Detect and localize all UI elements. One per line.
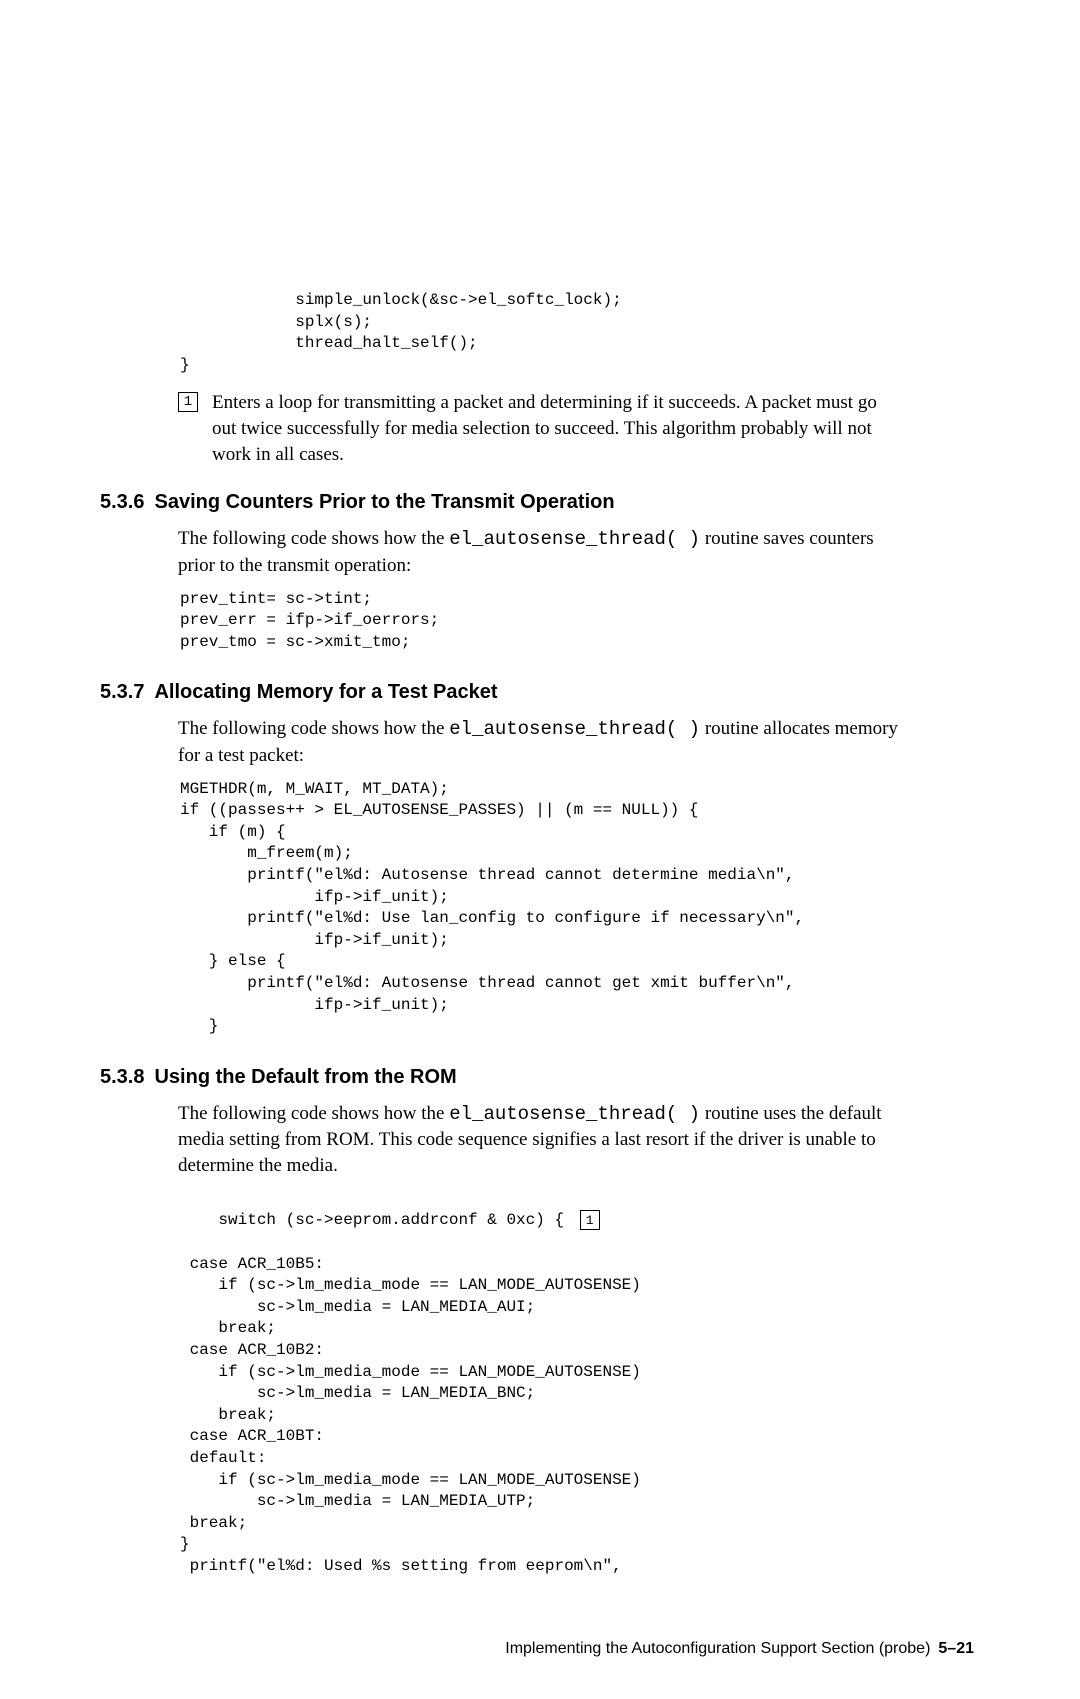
section-5-3-8-heading: 5.3.8 Using the Default from the ROM — [100, 1064, 980, 1091]
inline-code: el_autosense_thread( ) — [449, 718, 700, 740]
inline-callout-number-icon: 1 — [580, 1210, 600, 1230]
section-number: 5.3.6 — [100, 491, 144, 513]
page: simple_unlock(&sc->el_softc_lock); splx(… — [0, 0, 1080, 1699]
section-5-3-7-para: The following code shows how the el_auto… — [178, 716, 898, 768]
code-block-538-line1: switch (sc->eeprom.addrconf & 0xc) { 1 — [180, 1189, 980, 1254]
para-text: The following code shows how the — [178, 528, 449, 549]
section-title: Using the Default from the ROM — [154, 1066, 456, 1088]
code-text: switch (sc->eeprom.addrconf & 0xc) { — [218, 1212, 564, 1230]
inline-code: el_autosense_thread( ) — [449, 528, 700, 550]
section-number: 5.3.8 — [100, 1066, 144, 1088]
para-text: The following code shows how the — [178, 1103, 449, 1124]
callout-number-icon: 1 — [178, 392, 198, 412]
callout-1: 1 Enters a loop for transmitting a packe… — [178, 390, 980, 467]
section-title: Allocating Memory for a Test Packet — [154, 681, 497, 703]
page-number: 5–21 — [938, 1640, 974, 1657]
section-5-3-6-para: The following code shows how the el_auto… — [178, 526, 898, 578]
callout-text: Enters a loop for transmitting a packet … — [212, 390, 892, 467]
section-5-3-6-heading: 5.3.6 Saving Counters Prior to the Transm… — [100, 489, 980, 516]
page-footer: Implementing the Autoconfiguration Suppo… — [100, 1638, 980, 1660]
section-5-3-7-heading: 5.3.7 Allocating Memory for a Test Packet — [100, 679, 980, 706]
footer-text: Implementing the Autoconfiguration Suppo… — [505, 1640, 930, 1657]
code-block-top: simple_unlock(&sc->el_softc_lock); splx(… — [180, 290, 980, 376]
section-number: 5.3.7 — [100, 681, 144, 703]
code-block-537: MGETHDR(m, M_WAIT, MT_DATA); if ((passes… — [180, 779, 980, 1038]
code-block-536: prev_tint= sc->tint; prev_err = ifp->if_… — [180, 589, 980, 654]
section-5-3-8-para: The following code shows how the el_auto… — [178, 1101, 898, 1179]
code-block-538-rest: case ACR_10B5: if (sc->lm_media_mode == … — [180, 1254, 980, 1578]
inline-code: el_autosense_thread( ) — [449, 1103, 700, 1125]
para-text: The following code shows how the — [178, 718, 449, 739]
section-title: Saving Counters Prior to the Transmit Op… — [154, 491, 614, 513]
